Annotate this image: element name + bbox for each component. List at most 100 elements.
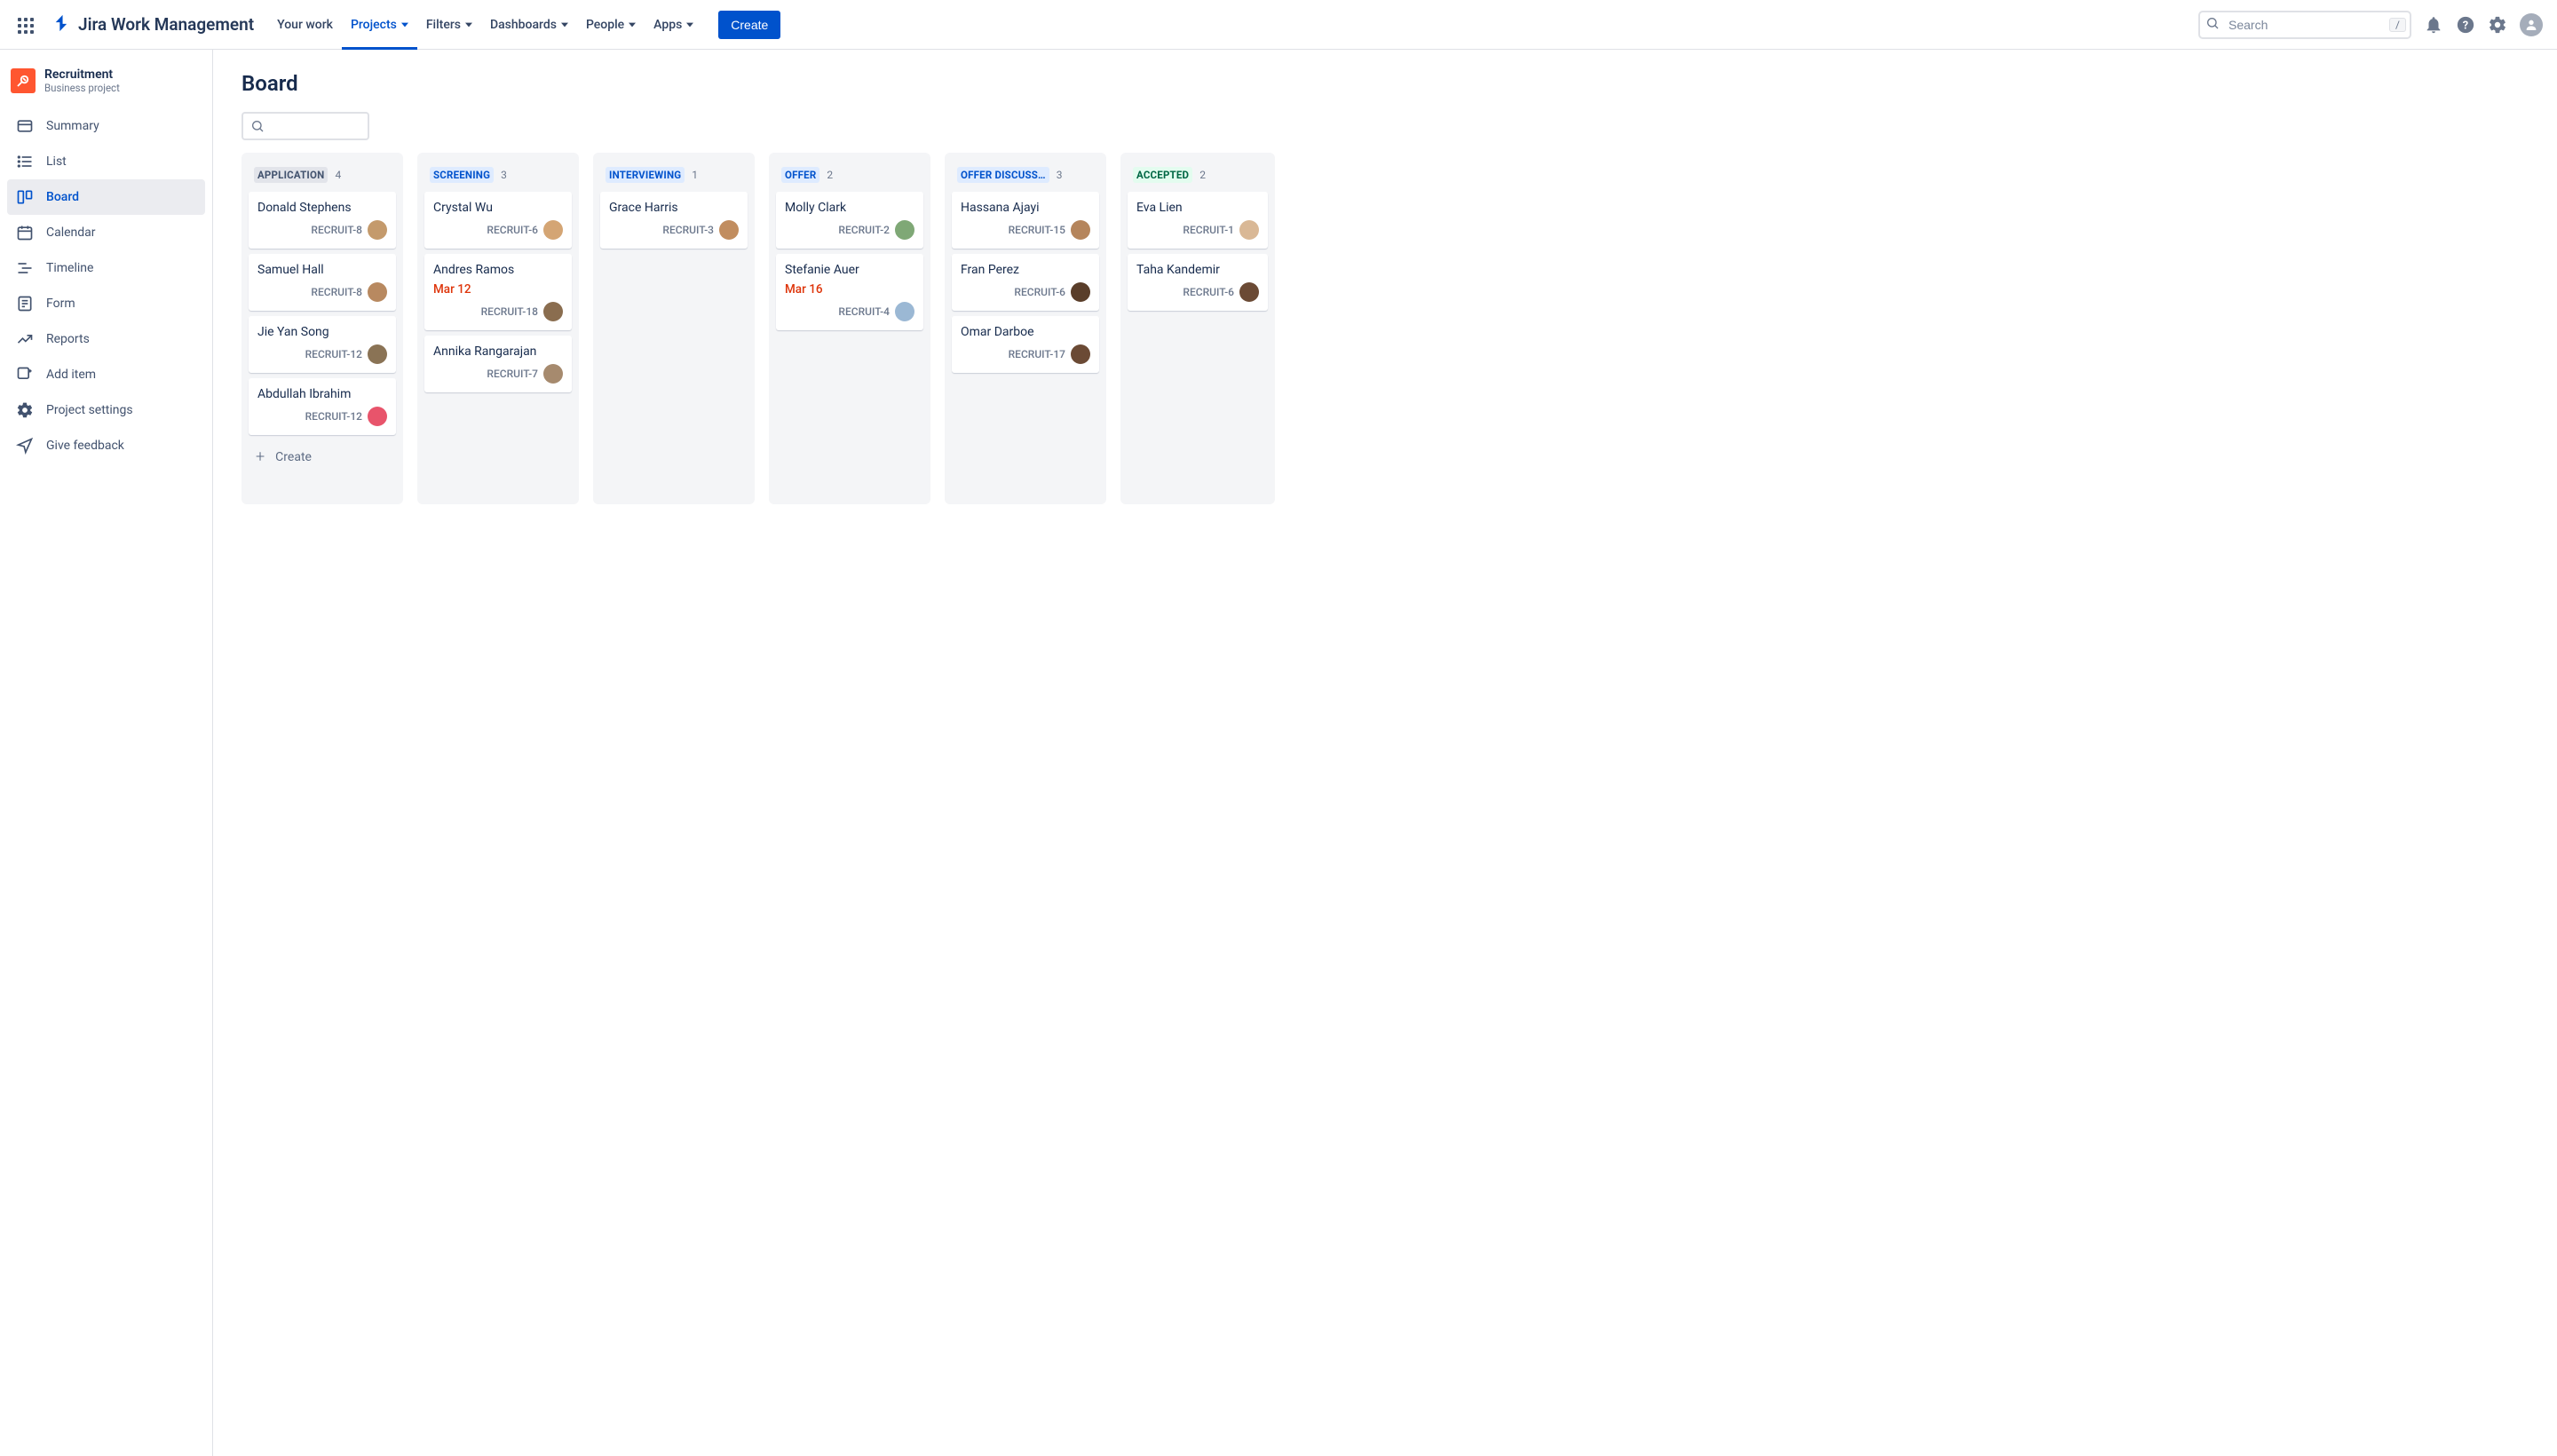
sidebar-item-label: Reports [46,332,90,346]
sidebar-item-add-item[interactable]: Add item [7,357,205,392]
board-search[interactable] [241,112,369,140]
create-card-label: Create [275,450,312,464]
column-title: OFFER [781,167,819,183]
nav-item-dashboards[interactable]: Dashboards [481,0,577,50]
board-card[interactable]: Stefanie AuerMar 16RECRUIT-4 [776,254,923,330]
project-subtitle: Business project [44,82,120,94]
board-card[interactable]: Molly ClarkRECRUIT-2 [776,192,923,249]
sidebar-item-timeline[interactable]: Timeline [7,250,205,286]
settings-icon[interactable] [2488,15,2507,35]
assignee-avatar[interactable] [543,302,563,321]
nav-item-filters[interactable]: Filters [417,0,481,50]
nav-item-apps[interactable]: Apps [645,0,702,50]
column-header[interactable]: SCREENING3 [424,160,572,192]
sidebar-item-give-feedback[interactable]: Give feedback [7,428,205,463]
nav-item-your-work[interactable]: Your work [268,0,342,50]
notifications-icon[interactable] [2424,15,2443,35]
card-key: RECRUIT-8 [311,224,362,236]
card-key: RECRUIT-18 [481,305,538,318]
assignee-avatar[interactable] [368,344,387,364]
board-card[interactable]: Donald StephensRECRUIT-8 [249,192,396,249]
assignee-avatar[interactable] [1071,282,1090,302]
column-application: APPLICATION4Donald StephensRECRUIT-8Samu… [241,153,403,504]
assignee-avatar[interactable] [895,302,914,321]
card-title: Crystal Wu [433,201,563,215]
card-key: RECRUIT-2 [838,224,890,236]
column-header[interactable]: ACCEPTED2 [1128,160,1268,192]
chevron-down-icon [686,21,693,28]
column-header[interactable]: OFFER DISCUSS…3 [952,160,1099,192]
card-title: Omar Darboe [961,325,1090,339]
board-card[interactable]: Crystal WuRECRUIT-6 [424,192,572,249]
board-card[interactable]: Grace HarrisRECRUIT-3 [600,192,748,249]
board-card[interactable]: Omar DarboeRECRUIT-17 [952,316,1099,373]
sidebar-item-label: Give feedback [46,439,124,453]
column-header[interactable]: APPLICATION4 [249,160,396,192]
column-count: 4 [335,169,341,181]
column-title: INTERVIEWING [606,167,685,183]
column-screening: SCREENING3Crystal WuRECRUIT-6Andres Ramo… [417,153,579,504]
sidebar-item-label: Calendar [46,226,96,240]
card-key: RECRUIT-15 [1009,224,1065,236]
profile-avatar[interactable] [2520,13,2543,36]
sidebar-item-reports[interactable]: Reports [7,321,205,357]
sidebar-item-board[interactable]: Board [7,179,205,215]
sidebar-item-project-settings[interactable]: Project settings [7,392,205,428]
board: APPLICATION4Donald StephensRECRUIT-8Samu… [241,153,2557,504]
chevron-down-icon [561,21,568,28]
assignee-avatar[interactable] [368,220,387,240]
nav-item-label: Your work [277,18,333,32]
assignee-avatar[interactable] [719,220,739,240]
board-card[interactable]: Annika RangarajanRECRUIT-7 [424,336,572,392]
board-card[interactable]: Eva LienRECRUIT-1 [1128,192,1268,249]
sidebar-item-calendar[interactable]: Calendar [7,215,205,250]
search-input[interactable] [2198,11,2411,39]
board-card[interactable]: Hassana AjayiRECRUIT-15 [952,192,1099,249]
project-icon [11,68,36,93]
feedback-icon [16,437,36,455]
card-title: Samuel Hall [257,263,387,277]
board-card[interactable]: Fran PerezRECRUIT-6 [952,254,1099,311]
project-header[interactable]: Recruitment Business project [7,67,205,108]
sidebar-item-list[interactable]: List [7,144,205,179]
create-card-button[interactable]: +Create [249,440,396,474]
column-header[interactable]: INTERVIEWING1 [600,160,748,192]
board-card[interactable]: Andres RamosMar 12RECRUIT-18 [424,254,572,330]
layout: Recruitment Business project SummaryList… [0,50,2557,1456]
column-count: 2 [827,169,833,181]
sidebar-item-form[interactable]: Form [7,286,205,321]
sidebar-item-summary[interactable]: Summary [7,108,205,144]
project-name: Recruitment [44,67,120,82]
assignee-avatar[interactable] [543,220,563,240]
assignee-avatar[interactable] [895,220,914,240]
board-card[interactable]: Samuel HallRECRUIT-8 [249,254,396,311]
card-key: RECRUIT-4 [838,305,890,318]
assignee-avatar[interactable] [368,282,387,302]
nav-item-label: Apps [653,18,682,32]
sidebar-item-label: Project settings [46,403,133,417]
form-icon [16,295,36,313]
page-title: Board [241,71,2557,96]
create-button[interactable]: Create [718,11,780,39]
assignee-avatar[interactable] [1239,220,1259,240]
product-logo[interactable]: Jira Work Management [53,13,254,36]
card-title: Taha Kandemir [1136,263,1259,277]
nav-item-projects[interactable]: Projects [342,0,417,50]
assignee-avatar[interactable] [368,407,387,426]
board-card[interactable]: Jie Yan SongRECRUIT-12 [249,316,396,373]
nav-item-people[interactable]: People [577,0,645,50]
card-key: RECRUIT-12 [305,410,362,423]
assignee-avatar[interactable] [1071,220,1090,240]
assignee-avatar[interactable] [543,364,563,384]
assignee-avatar[interactable] [1239,282,1259,302]
timeline-icon [16,259,36,277]
board-card[interactable]: Taha KandemirRECRUIT-6 [1128,254,1268,311]
search-icon [2205,16,2220,34]
assignee-avatar[interactable] [1071,344,1090,364]
column-header[interactable]: OFFER 2 [776,160,923,192]
board-card[interactable]: Abdullah IbrahimRECRUIT-12 [249,378,396,435]
app-switcher-icon[interactable] [14,14,36,36]
nav-item-label: People [586,18,624,32]
help-icon[interactable]: ? [2456,15,2475,35]
nav-item-label: Projects [351,18,397,32]
